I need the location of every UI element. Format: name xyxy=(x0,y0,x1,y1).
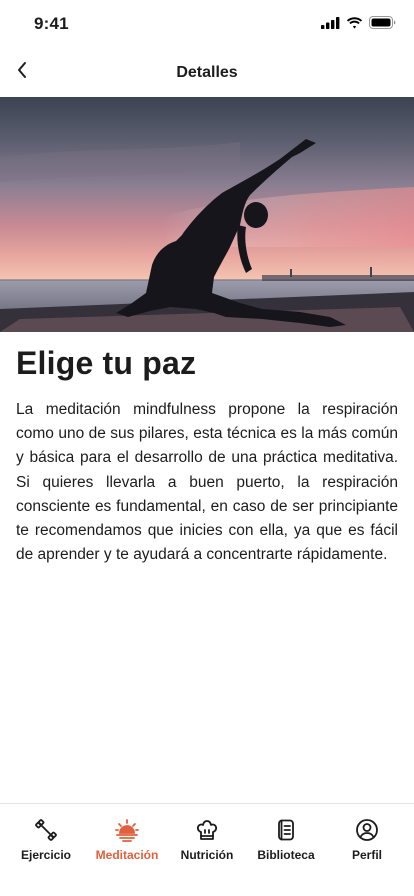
wifi-icon xyxy=(346,16,363,34)
status-time: 9:41 xyxy=(34,14,69,33)
battery-icon xyxy=(369,16,396,34)
book-icon xyxy=(274,817,298,843)
user-icon xyxy=(355,817,379,843)
cellular-signal-icon xyxy=(321,16,340,34)
dumbbell-icon xyxy=(34,817,58,843)
article-title: Elige tu paz xyxy=(16,345,197,381)
sunrise-icon xyxy=(114,817,140,843)
tab-nutricion[interactable]: Nutrición xyxy=(167,804,247,874)
hero-image-yoga-sunset xyxy=(0,97,414,332)
navigation-bar: Detalles xyxy=(0,48,414,97)
status-icons xyxy=(321,16,396,34)
tab-label: Ejercicio xyxy=(20,848,72,862)
tab-label: Perfil xyxy=(351,848,382,862)
tab-biblioteca[interactable]: Biblioteca xyxy=(246,804,326,874)
tab-meditacion[interactable]: Meditación xyxy=(87,804,167,874)
bottom-tab-bar: Ejercicio Meditación Nutrición Bibliotec… xyxy=(0,803,414,896)
tab-label: Biblioteca xyxy=(257,848,315,862)
tab-label: Nutrición xyxy=(180,848,234,862)
status-bar: 9:41 xyxy=(0,0,414,48)
tab-ejercicio[interactable]: Ejercicio xyxy=(6,804,86,874)
tab-perfil[interactable]: Perfil xyxy=(327,804,407,874)
chef-hat-icon xyxy=(195,817,219,843)
page-title: Detalles xyxy=(176,64,238,81)
article-body: La meditación mindfulness propone la res… xyxy=(16,401,398,564)
tab-label: Meditación xyxy=(95,848,159,862)
